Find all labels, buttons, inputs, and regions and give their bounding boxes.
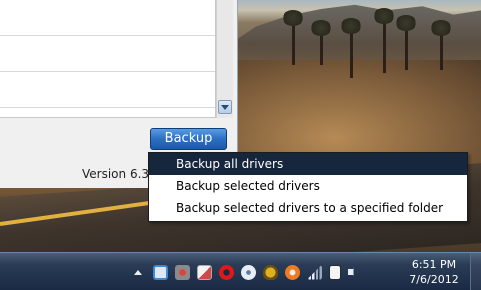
volume-icon[interactable] (348, 264, 358, 280)
taskbar-clock[interactable]: 6:51 PM 7/6/2012 (404, 257, 464, 287)
list-scrollbar[interactable] (216, 0, 233, 118)
app-s-icon[interactable] (153, 264, 168, 280)
menu-item-backup-selected-folder[interactable]: Backup selected drivers to a specified f… (149, 197, 467, 219)
chevron-down-icon (221, 104, 229, 110)
clock-time: 6:51 PM (411, 258, 457, 271)
scroll-down-button[interactable] (218, 100, 232, 114)
joshua-tree-image (430, 20, 452, 70)
version-label: Version 6.3 (82, 167, 150, 181)
menu-item-backup-selected[interactable]: Backup selected drivers (149, 175, 467, 197)
system-tray (134, 253, 360, 290)
joshua-tree-image (373, 8, 395, 73)
list-item[interactable] (0, 0, 215, 36)
show-hidden-icons-arrow[interactable] (134, 269, 142, 275)
show-desktop-button[interactable] (470, 253, 481, 290)
joshua-tree-image (340, 18, 362, 78)
backup-button[interactable]: Backup (150, 128, 227, 150)
opera-icon[interactable] (219, 264, 234, 280)
list-item[interactable] (0, 36, 215, 72)
mail-icon[interactable] (197, 264, 212, 280)
taskbar: 6:51 PM 7/6/2012 (0, 252, 481, 290)
clipboard-icon[interactable] (329, 264, 341, 280)
menu-item-backup-all[interactable]: Backup all drivers (149, 153, 467, 175)
network-signal-icon[interactable] (307, 264, 322, 280)
firefox-icon[interactable] (285, 264, 300, 280)
joshua-tree-image (310, 20, 332, 65)
list-item[interactable] (0, 72, 215, 108)
disc-icon[interactable] (241, 264, 256, 280)
clock-date: 7/6/2012 (409, 273, 459, 286)
tool-icon[interactable] (175, 264, 190, 280)
bug-icon[interactable] (263, 264, 278, 280)
joshua-tree-image (282, 10, 304, 65)
backup-context-menu: Backup all drivers Backup selected drive… (148, 152, 468, 222)
joshua-tree-image (395, 15, 417, 70)
driver-list[interactable] (0, 0, 216, 118)
